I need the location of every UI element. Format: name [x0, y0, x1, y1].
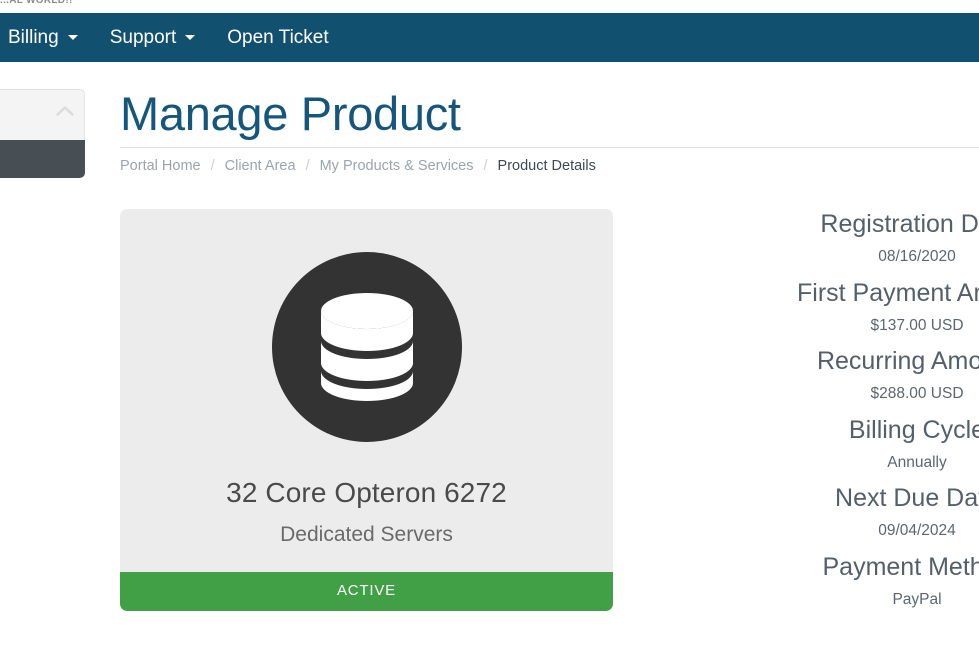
primary-navbar: Billing Support Open Ticket [0, 13, 979, 62]
detail-value-payment-method: PayPal [892, 590, 942, 608]
nav-item-support-label: Support [109, 26, 177, 48]
nav-item-billing-label: Billing [8, 26, 59, 48]
detail-value-billing-cycle: Annually [887, 453, 947, 471]
detail-value-next-due-date: 09/04/2024 [878, 522, 956, 540]
nav-item-open-ticket-label: Open Ticket [227, 26, 329, 48]
site-tagline: ...AL WORLD!! [0, 0, 73, 6]
detail-label-first-payment-amount: First Payment Amount [797, 278, 979, 307]
navbar-items: Billing Support Open Ticket [0, 13, 345, 62]
nav-item-support[interactable]: Support [94, 13, 212, 62]
manage-product-page: ...AL WORLD!! Billing Support Open Ticke… [0, 0, 979, 654]
product-details-panel: Registration Date 08/16/2020 First Payme… [797, 209, 979, 621]
top-tagline-strip: ...AL WORLD!! [0, 0, 979, 13]
breadcrumb-separator: / [483, 158, 488, 174]
product-group: Dedicated Servers [280, 522, 453, 546]
breadcrumb-item-product-details: Product Details [497, 158, 596, 174]
page-title: Manage Product [120, 87, 461, 140]
detail-label-registration-date: Registration Date [820, 210, 979, 238]
status-badge: ACTIVE [120, 571, 613, 611]
database-icon [320, 293, 413, 401]
nav-item-billing[interactable]: Billing [0, 13, 94, 62]
detail-label-payment-method: Payment Method [822, 552, 979, 581]
caret-down-icon [185, 35, 196, 40]
product-name: 32 Core Opteron 6272 [226, 477, 507, 508]
detail-label-billing-cycle: Billing Cycle [848, 415, 979, 444]
detail-label-recurring-amount: Recurring Amount [816, 347, 979, 376]
detail-value-recurring-amount: $288.00 USD [870, 385, 964, 403]
title-divider [120, 147, 979, 148]
page-content: Manage Product Portal Home / Client Area… [0, 62, 979, 654]
nav-item-open-ticket[interactable]: Open Ticket [211, 13, 344, 62]
breadcrumb-item-portal-home[interactable]: Portal Home [120, 158, 201, 174]
product-summary-card: 32 Core Opteron 6272 Dedicated Servers A… [120, 209, 613, 611]
breadcrumb-separator: / [210, 158, 215, 174]
breadcrumb-item-client-area[interactable]: Client Area [225, 158, 296, 174]
breadcrumb-separator: / [305, 158, 310, 174]
caret-down-icon [67, 35, 78, 40]
product-icon-circle [271, 252, 462, 442]
product-icon-wrap [140, 252, 593, 442]
detail-label-next-due-date: Next Due Date [835, 484, 979, 513]
breadcrumb-item-my-products-services[interactable]: My Products & Services [320, 158, 474, 174]
detail-value-registration-date: 08/16/2020 [878, 248, 956, 265]
detail-value-first-payment-amount: $137.00 USD [870, 316, 964, 334]
breadcrumb: Portal Home / Client Area / My Products … [120, 158, 596, 174]
product-card-body: 32 Core Opteron 6272 Dedicated Servers [120, 209, 613, 572]
